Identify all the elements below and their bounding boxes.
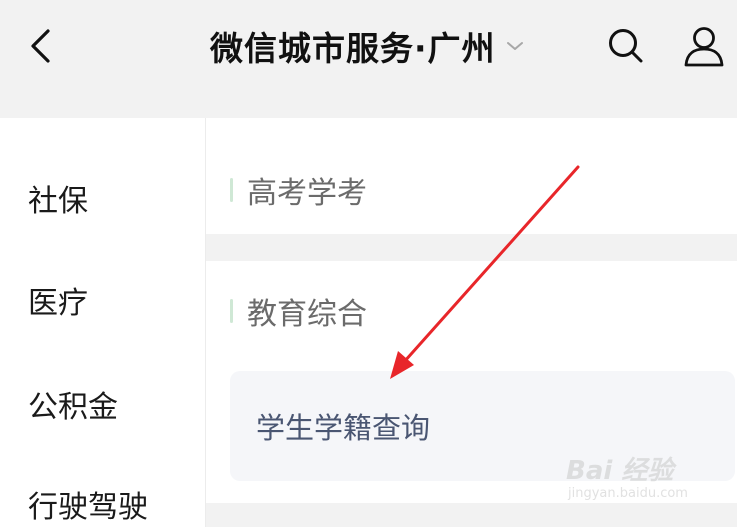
baidu-watermark: Bai 经验 jingyan.baidu.com xyxy=(560,442,730,512)
back-button[interactable] xyxy=(18,20,62,72)
section-header: 高考学考 xyxy=(230,168,367,212)
chevron-left-icon xyxy=(31,29,50,63)
sidebar-item-social-security[interactable]: 社保 xyxy=(28,176,88,220)
sidebar-item-medical[interactable]: 医疗 xyxy=(28,278,88,322)
section-gaokao: 高考学考 xyxy=(206,118,737,234)
top-nav-bar: 微信城市服务·广州 xyxy=(0,0,737,118)
page-title: 微信城市服务·广州 xyxy=(210,29,496,68)
user-icon xyxy=(684,27,724,67)
section-title: 教育综合 xyxy=(247,297,367,332)
page: 微信城市服务·广州 社保 医疗 公积金 行驶驾驶 高考学考 教育综合 学生学籍查… xyxy=(0,0,737,527)
chevron-down-icon xyxy=(506,40,524,52)
profile-button[interactable] xyxy=(680,22,728,70)
sidebar-item-housing-fund[interactable]: 公积金 xyxy=(28,382,118,426)
search-button[interactable] xyxy=(604,24,648,68)
watermark-text: Bai 经验 xyxy=(566,456,674,486)
section-title: 高考学考 xyxy=(247,176,367,211)
sidebar-item-driving[interactable]: 行驶驾驶 xyxy=(28,482,148,526)
section-header: 教育综合 xyxy=(230,289,367,333)
category-sidebar: 社保 医疗 公积金 行驶驾驶 xyxy=(0,118,206,527)
section-accent-bar xyxy=(230,178,233,202)
section-accent-bar xyxy=(230,299,233,323)
watermark-url: jingyan.baidu.com xyxy=(568,486,688,501)
city-selector[interactable]: 微信城市服务·广州 xyxy=(210,20,524,72)
service-tile-label: 学生学籍查询 xyxy=(256,411,431,445)
search-icon xyxy=(609,29,643,63)
